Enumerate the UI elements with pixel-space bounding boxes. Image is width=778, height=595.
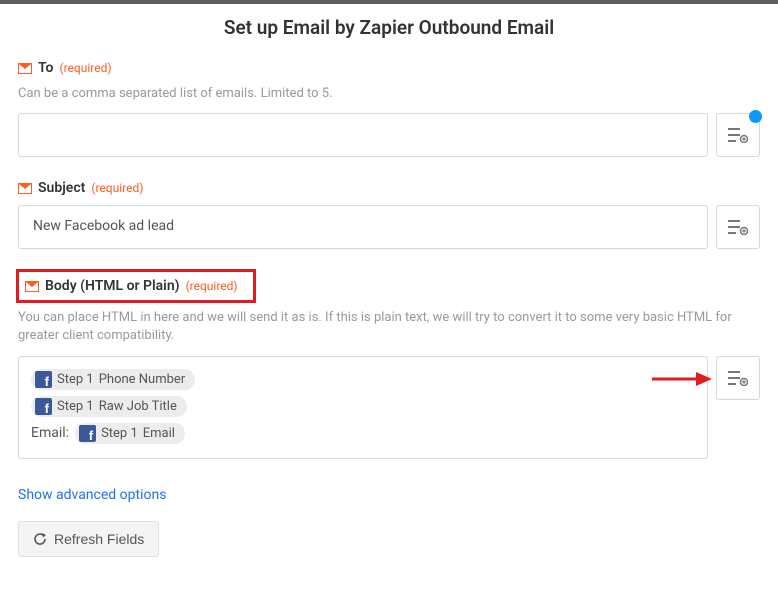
refresh-label: Refresh Fields: [54, 531, 144, 547]
field-to-label: To: [38, 60, 53, 76]
field-to: To (required) Can be a comma separated l…: [18, 57, 760, 157]
notification-dot: [749, 110, 762, 123]
form-content: To (required) Can be a comma separated l…: [0, 57, 778, 557]
page-title: Set up Email by Zapier Outbound Email: [0, 4, 778, 57]
pill-step: Step 1: [57, 399, 94, 414]
field-to-input-wrapper: [18, 113, 760, 157]
email-prefix: Email:: [31, 425, 69, 441]
mail-icon: [18, 183, 32, 194]
field-body-label-row: Body (HTML or Plain) (required): [16, 269, 256, 303]
insert-data-icon: [728, 370, 748, 386]
body-input[interactable]: Step 1 Phone Number Step 1 Raw Job Title…: [18, 356, 708, 459]
field-body-input-wrapper: Step 1 Phone Number Step 1 Raw Job Title…: [18, 356, 760, 459]
field-subject-label-row: Subject (required): [18, 177, 760, 199]
field-body-help: You can place HTML in here and we will s…: [18, 309, 760, 345]
facebook-icon: [79, 425, 96, 442]
facebook-icon: [35, 371, 52, 388]
subject-insert-button[interactable]: [716, 205, 760, 249]
show-advanced-link[interactable]: Show advanced options: [18, 487, 166, 503]
mail-icon: [18, 63, 32, 74]
field-subject-required: (required): [91, 181, 143, 195]
field-to-required: (required): [59, 61, 111, 75]
pill-step: Step 1: [57, 372, 94, 387]
body-line-3: Email: Step 1 Email: [31, 421, 695, 446]
insert-data-icon: [728, 219, 748, 235]
field-subject-input-wrapper: New Facebook ad lead: [18, 205, 760, 249]
field-subject-label: Subject: [38, 180, 85, 196]
field-subject: Subject (required) New Facebook ad lead: [18, 177, 760, 249]
mail-icon: [25, 281, 39, 292]
refresh-icon: [33, 532, 47, 546]
to-input[interactable]: [18, 113, 708, 157]
pill-value: Raw Job Title: [99, 399, 177, 414]
field-to-label-row: To (required): [18, 57, 760, 79]
body-insert-button[interactable]: [716, 356, 760, 400]
facebook-icon: [35, 398, 52, 415]
field-to-help: Can be a comma separated list of emails.…: [18, 85, 760, 103]
field-body: Body (HTML or Plain) (required) You can …: [18, 269, 760, 458]
body-line-1: Step 1 Phone Number: [31, 367, 695, 392]
field-body-label: Body (HTML or Plain): [45, 278, 180, 294]
field-body-required: (required): [186, 279, 238, 293]
pill-job[interactable]: Step 1 Raw Job Title: [31, 396, 187, 417]
pill-value: Email: [143, 426, 175, 441]
insert-data-icon: [728, 127, 748, 143]
subject-input[interactable]: New Facebook ad lead: [18, 205, 708, 249]
to-insert-button[interactable]: [716, 113, 760, 157]
body-line-2: Step 1 Raw Job Title: [31, 394, 695, 419]
refresh-fields-button[interactable]: Refresh Fields: [18, 521, 159, 557]
pill-phone[interactable]: Step 1 Phone Number: [31, 369, 195, 390]
pill-email[interactable]: Step 1 Email: [75, 423, 185, 444]
pill-value: Phone Number: [99, 372, 186, 387]
pill-step: Step 1: [101, 426, 138, 441]
